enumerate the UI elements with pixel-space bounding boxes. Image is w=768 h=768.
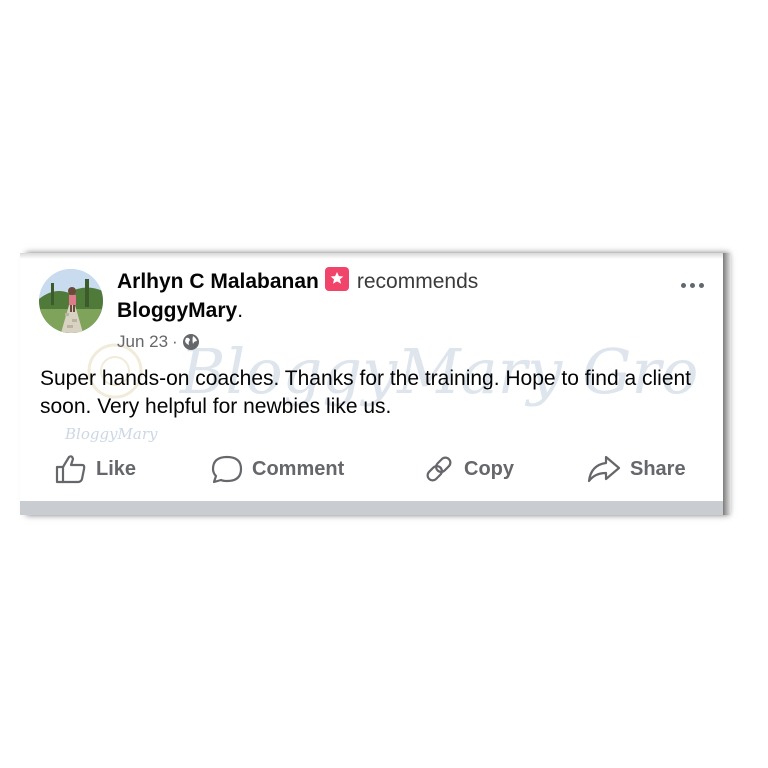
meta-separator: · [172, 332, 178, 351]
comment-label: Comment [252, 457, 345, 480]
post-meta: Jun 23 · [117, 331, 200, 353]
more-dot-icon [698, 282, 704, 288]
comment-button[interactable]: Comment [210, 449, 344, 489]
like-label: Like [96, 457, 137, 480]
share-label: Share [630, 457, 686, 480]
watermark-small-text: BloggyMary [64, 425, 158, 443]
more-options-button[interactable] [674, 275, 710, 295]
post-date[interactable]: Jun 23 [117, 331, 168, 353]
comment-bubble-icon [211, 455, 243, 484]
recommend-star-icon [324, 267, 349, 291]
author-name[interactable]: Arlhyn C Malabanan [117, 270, 319, 293]
post-body-text: Super hands-on coaches. Thanks for the t… [40, 367, 692, 418]
page-name-suffix: . [237, 299, 244, 322]
post-bottom-divider [20, 501, 723, 515]
share-button[interactable]: Share [586, 449, 686, 489]
thumbs-up-icon [55, 455, 86, 484]
globe-icon [182, 333, 200, 351]
copy-button[interactable]: Copy [422, 449, 514, 489]
screenshot-stage: BloggyMary Group BloggyMary [0, 0, 768, 768]
recommendation-post-card: BloggyMary Group BloggyMary [20, 253, 723, 515]
avatar-photo [39, 269, 103, 333]
copy-label: Copy [464, 457, 514, 480]
author-avatar[interactable] [39, 269, 103, 333]
recommends-text: recommends [356, 270, 479, 293]
page-name-link[interactable]: BloggyMary [117, 299, 237, 322]
more-dot-icon [689, 282, 695, 288]
more-dot-icon [680, 282, 686, 288]
card-top-edge [20, 253, 723, 259]
card-shadow-edge [723, 253, 731, 515]
like-button[interactable]: Like [54, 449, 136, 489]
post-header: Arlhyn C Malabanan recommends [117, 267, 478, 296]
share-arrow-icon [587, 455, 621, 483]
link-icon [426, 456, 452, 482]
page-line: BloggyMary. [117, 297, 243, 325]
post-action-bar: Like Comment Copy Share [20, 449, 723, 489]
